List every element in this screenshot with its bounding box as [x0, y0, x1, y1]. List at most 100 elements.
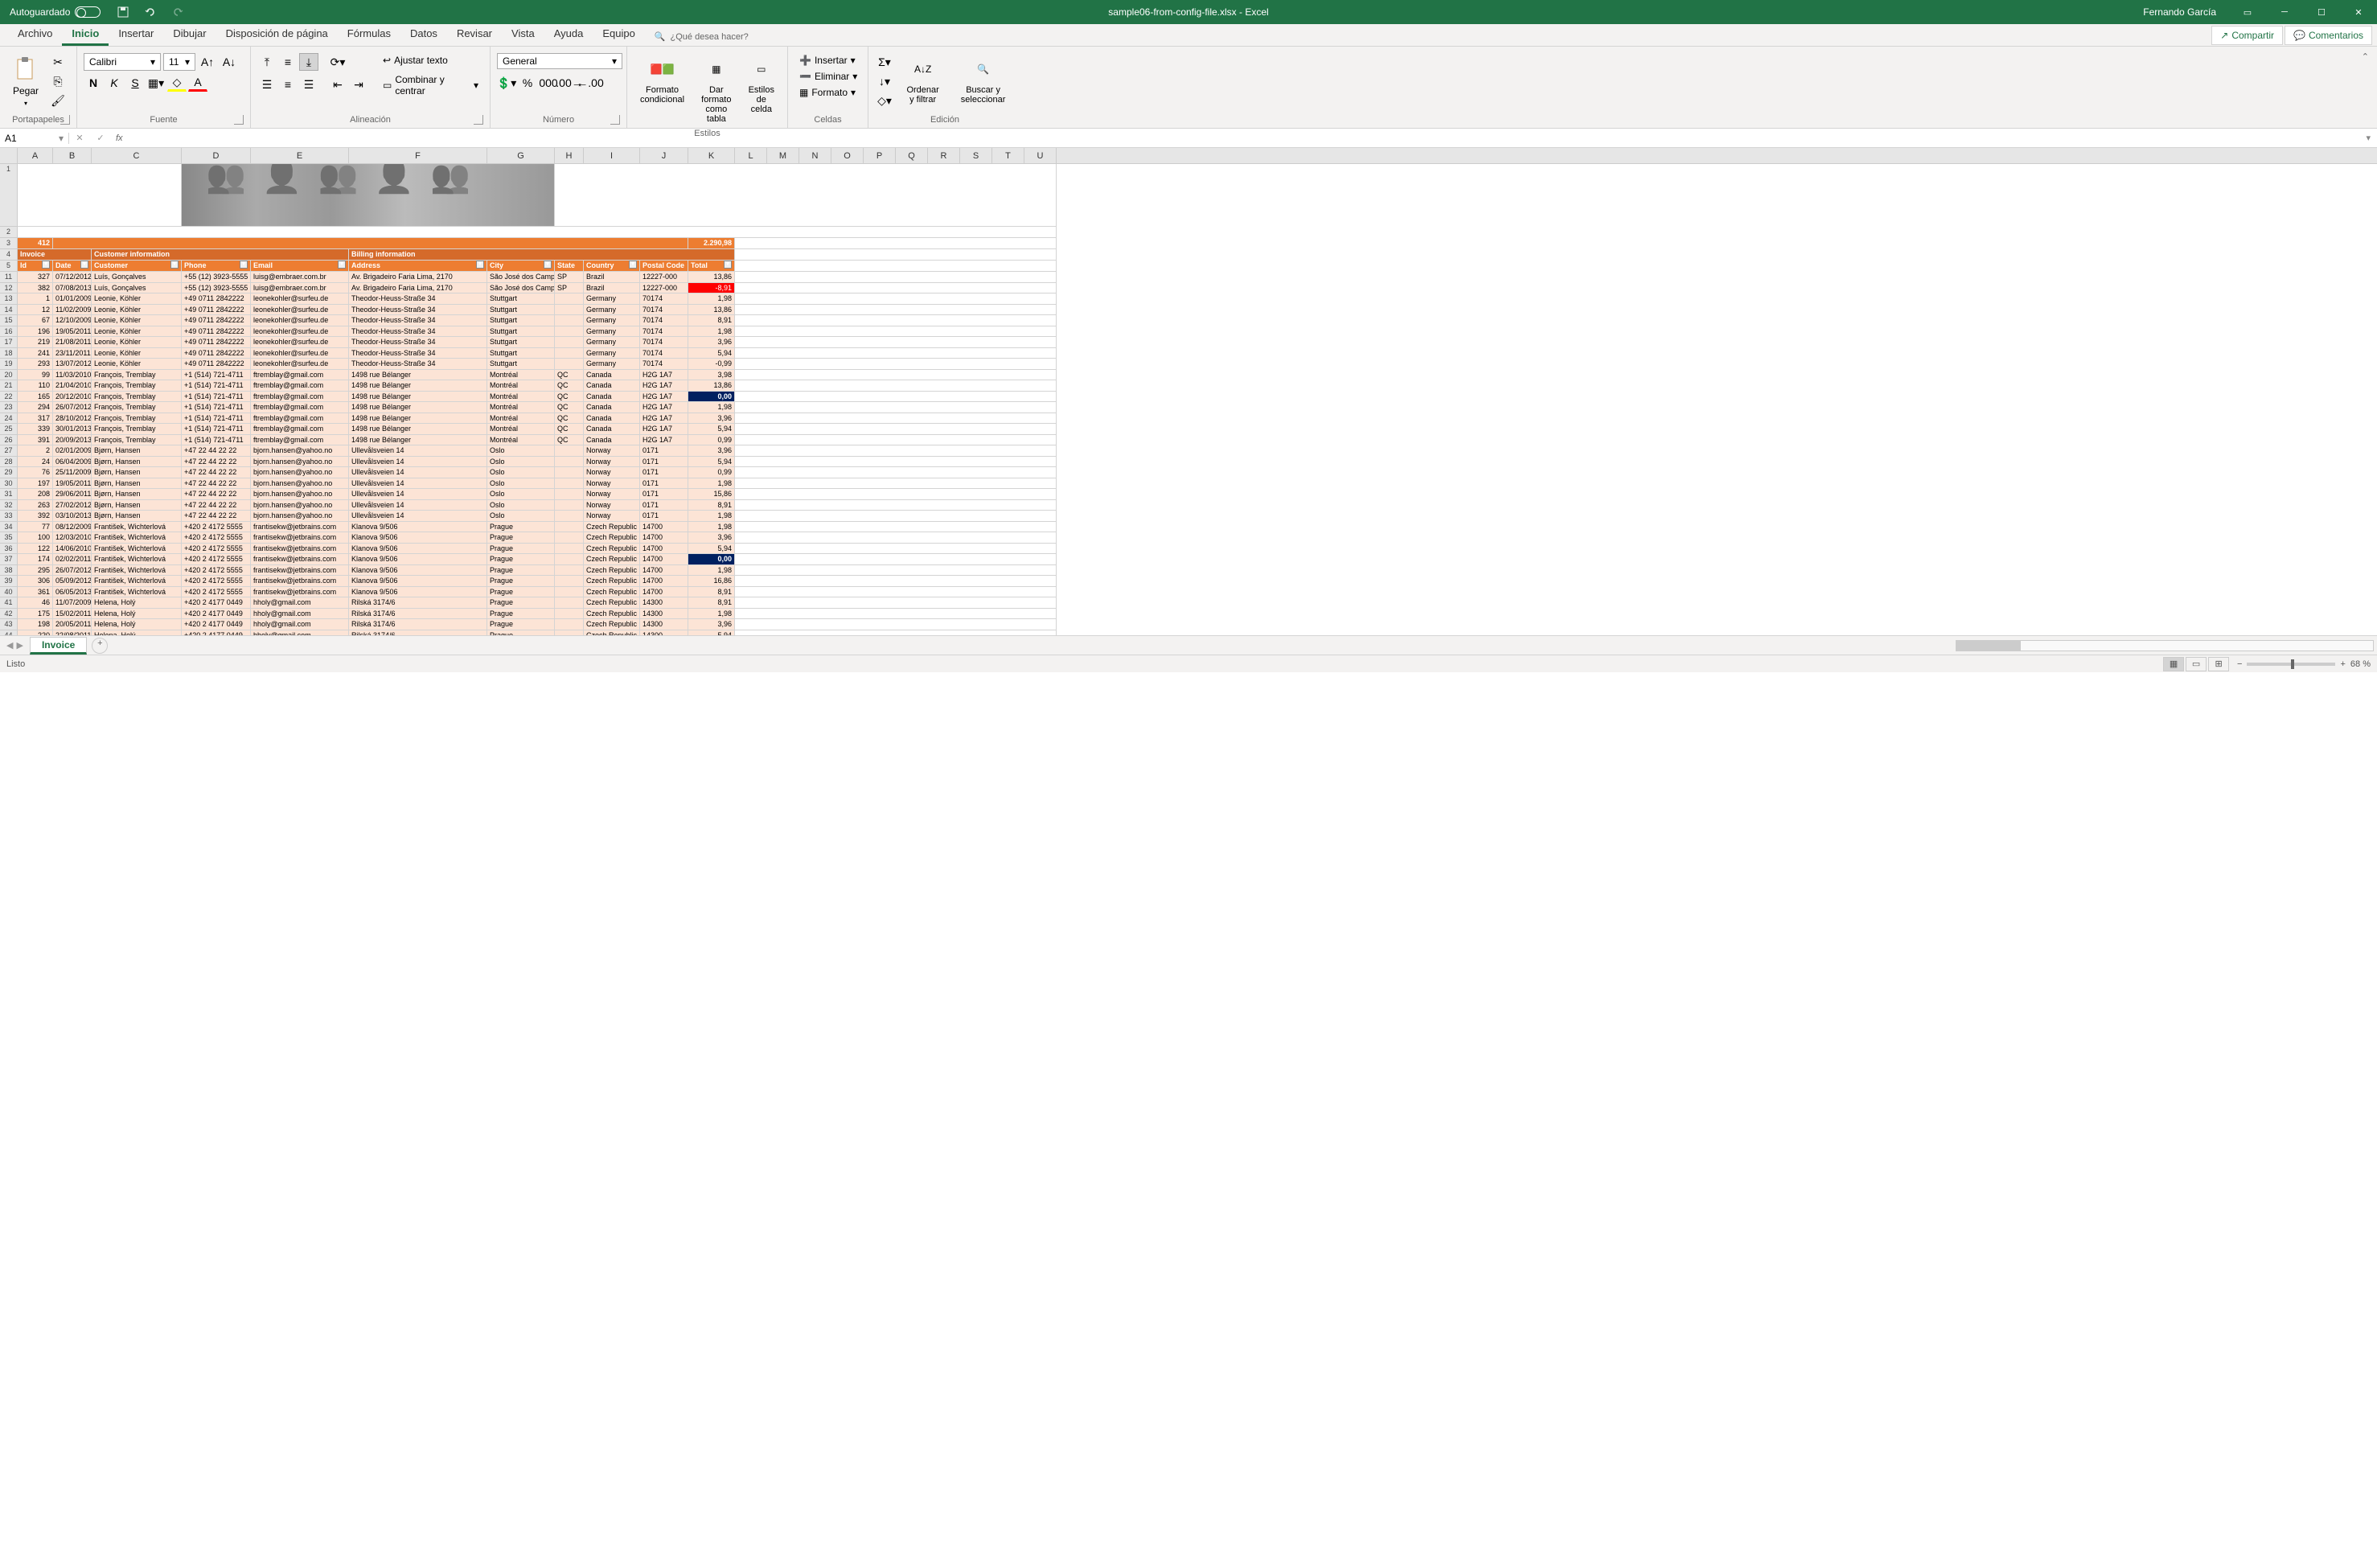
cell-city[interactable]: Oslo: [487, 511, 555, 522]
column-header-U[interactable]: U: [1024, 148, 1057, 163]
cell[interactable]: [735, 609, 1057, 620]
cell-city[interactable]: Oslo: [487, 445, 555, 457]
cell-phone[interactable]: +420 2 4172 5555: [182, 522, 251, 533]
cell-postal[interactable]: 14700: [640, 554, 688, 565]
font-color-icon[interactable]: A: [188, 74, 207, 92]
dialog-launcher-icon[interactable]: [474, 115, 483, 125]
cell-postal[interactable]: 0171: [640, 467, 688, 478]
cell-id[interactable]: 208: [18, 489, 53, 500]
share-button[interactable]: ↗Compartir: [2211, 26, 2283, 45]
cell-address[interactable]: Theodor-Heuss-Straße 34: [349, 326, 487, 338]
cell-id[interactable]: 12: [18, 305, 53, 316]
cell-country[interactable]: Germany: [584, 315, 640, 326]
format-cells-button[interactable]: ▦Formato▾: [794, 85, 860, 100]
cell-email[interactable]: frantisekw@jetbrains.com: [251, 532, 349, 544]
cell-city[interactable]: Stuttgart: [487, 326, 555, 338]
cell-customer[interactable]: Leonie, Köhler: [92, 305, 182, 316]
cell-country[interactable]: Norway: [584, 467, 640, 478]
cell-total[interactable]: 0,99: [688, 435, 735, 446]
autosave-toggle[interactable]: Autoguardado: [0, 6, 110, 18]
zoom-slider[interactable]: [2247, 663, 2335, 666]
cell-phone[interactable]: +420 2 4172 5555: [182, 587, 251, 598]
row-header[interactable]: 21: [0, 380, 18, 392]
cell-total[interactable]: 8,91: [688, 597, 735, 609]
cell-id[interactable]: 382: [18, 283, 53, 294]
cell-date[interactable]: 07/12/2012: [53, 272, 92, 283]
cell-id[interactable]: 263: [18, 500, 53, 511]
tell-me[interactable]: 🔍 ¿Qué desea hacer?: [645, 27, 758, 46]
cell-total[interactable]: 3,96: [688, 337, 735, 348]
cell-id[interactable]: 165: [18, 392, 53, 403]
cell[interactable]: [735, 315, 1057, 326]
cell[interactable]: [735, 619, 1057, 630]
cell-date[interactable]: 13/07/2012: [53, 359, 92, 370]
cell-country[interactable]: Germany: [584, 326, 640, 338]
cell-styles-button[interactable]: ▭Estilos de celda: [742, 53, 781, 117]
cell-country[interactable]: Norway: [584, 445, 640, 457]
row-header[interactable]: 44: [0, 630, 18, 636]
row-header[interactable]: 27: [0, 445, 18, 457]
select-all-corner[interactable]: [0, 148, 18, 163]
cell-city[interactable]: Montréal: [487, 380, 555, 392]
cell-state[interactable]: [555, 522, 584, 533]
cell-customer[interactable]: Leonie, Köhler: [92, 359, 182, 370]
cell-address[interactable]: Av. Brigadeiro Faria Lima, 2170: [349, 283, 487, 294]
cell-total[interactable]: 1,98: [688, 609, 735, 620]
cell-address[interactable]: Ullevålsveien 14: [349, 467, 487, 478]
cell-date[interactable]: 29/06/2011: [53, 489, 92, 500]
tab-insertar[interactable]: Insertar: [109, 23, 163, 46]
cell-id[interactable]: 46: [18, 597, 53, 609]
cell-date[interactable]: 19/05/2011: [53, 478, 92, 490]
cell[interactable]: [735, 544, 1057, 555]
cell[interactable]: [18, 227, 1057, 238]
cell-email[interactable]: ftremblay@gmail.com: [251, 435, 349, 446]
cell-country[interactable]: Czech Republic: [584, 587, 640, 598]
cell-state[interactable]: [555, 587, 584, 598]
cell-address[interactable]: 1498 rue Bélanger: [349, 392, 487, 403]
tab-disposición-de-página[interactable]: Disposición de página: [216, 23, 338, 46]
cell-date[interactable]: 15/02/2011: [53, 609, 92, 620]
cell[interactable]: [735, 413, 1057, 425]
cell-date[interactable]: 14/06/2010: [53, 544, 92, 555]
cell-total[interactable]: 8,91: [688, 315, 735, 326]
column-header-I[interactable]: I: [584, 148, 640, 163]
table-header-postal-code[interactable]: Postal Code▾: [640, 261, 688, 272]
row-header[interactable]: 26: [0, 435, 18, 446]
row-header[interactable]: 13: [0, 293, 18, 305]
decrease-decimal-icon[interactable]: ←.00: [581, 74, 600, 92]
cell-country[interactable]: Canada: [584, 402, 640, 413]
cell[interactable]: [735, 554, 1057, 565]
cell-id[interactable]: 2: [18, 445, 53, 457]
cell-total[interactable]: 5,94: [688, 544, 735, 555]
cell-state[interactable]: QC: [555, 402, 584, 413]
tab-vista[interactable]: Vista: [502, 23, 544, 46]
cell-customer[interactable]: François, Tremblay: [92, 435, 182, 446]
cell-total[interactable]: 1,98: [688, 565, 735, 577]
cell-total[interactable]: -8,91: [688, 283, 735, 294]
filter-dropdown-icon[interactable]: ▾: [544, 261, 552, 269]
cell-customer[interactable]: Leonie, Köhler: [92, 315, 182, 326]
cell-city[interactable]: Stuttgart: [487, 348, 555, 359]
cell-phone[interactable]: +49 0711 2842222: [182, 348, 251, 359]
row-header[interactable]: 29: [0, 467, 18, 478]
cell-address[interactable]: Theodor-Heuss-Straße 34: [349, 359, 487, 370]
column-header-F[interactable]: F: [349, 148, 487, 163]
cell-city[interactable]: Oslo: [487, 489, 555, 500]
tab-archivo[interactable]: Archivo: [8, 23, 62, 46]
cell-id[interactable]: 198: [18, 619, 53, 630]
column-header-O[interactable]: O: [831, 148, 864, 163]
cell-country[interactable]: Czech Republic: [584, 630, 640, 636]
cell-state[interactable]: [555, 532, 584, 544]
cell-date[interactable]: 30/01/2013: [53, 424, 92, 435]
name-box[interactable]: A1▾: [0, 133, 69, 144]
comments-button[interactable]: 💬Comentarios: [2285, 26, 2372, 45]
cell-customer[interactable]: François, Tremblay: [92, 424, 182, 435]
cell-date[interactable]: 11/07/2009: [53, 597, 92, 609]
cell-postal[interactable]: 14700: [640, 544, 688, 555]
cell-id[interactable]: 1: [18, 293, 53, 305]
add-sheet-icon[interactable]: +: [92, 638, 108, 654]
cell-customer[interactable]: František, Wichterlová: [92, 554, 182, 565]
toggle-switch-icon[interactable]: [75, 6, 101, 18]
row-header[interactable]: 17: [0, 337, 18, 348]
cell-phone[interactable]: +47 22 44 22 22: [182, 500, 251, 511]
